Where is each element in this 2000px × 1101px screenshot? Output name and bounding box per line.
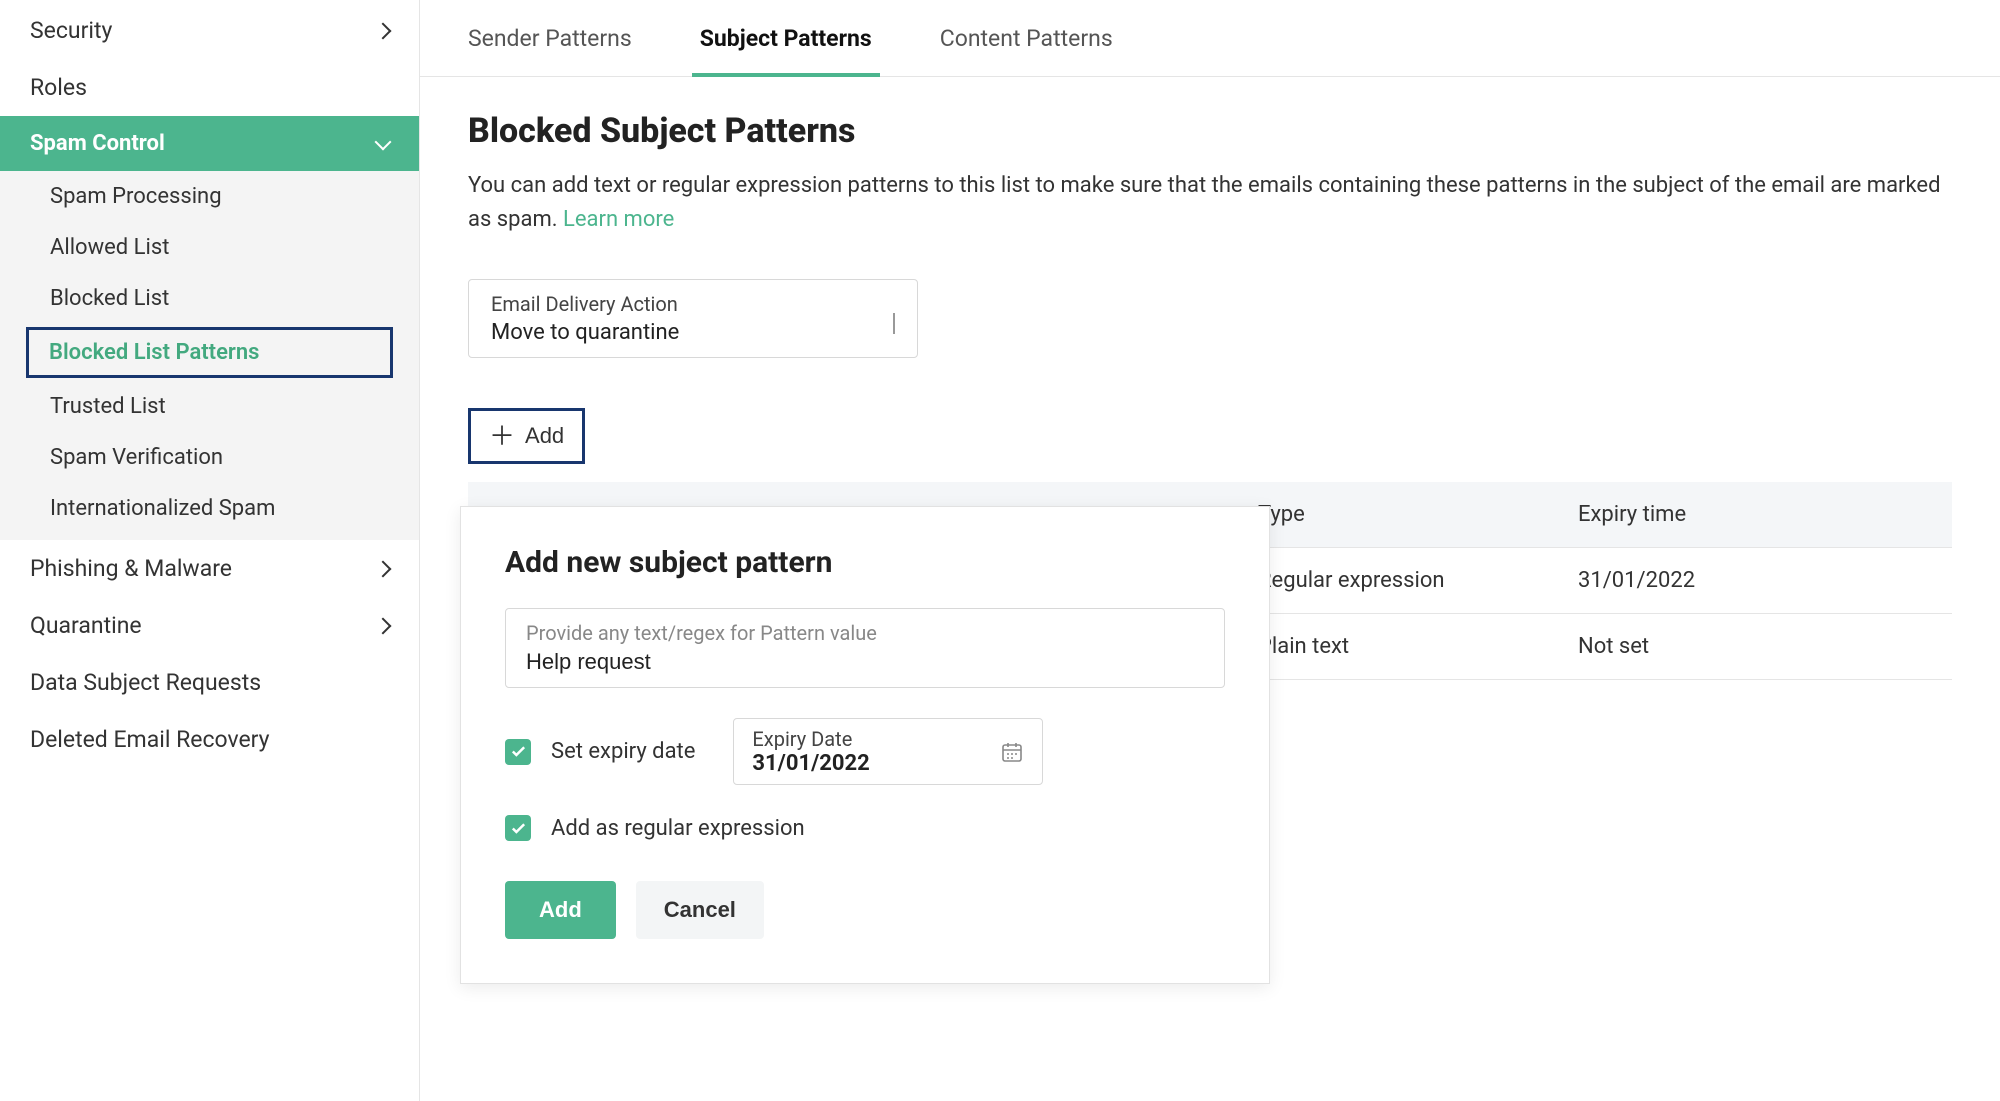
pattern-input-label: Provide any text/regex for Pattern value xyxy=(526,621,1204,645)
page-description: You can add text or regular expression p… xyxy=(468,169,1952,237)
check-icon xyxy=(510,743,527,760)
check-icon xyxy=(510,820,527,837)
email-delivery-action-select[interactable]: Email Delivery Action Move to quarantine xyxy=(468,279,918,358)
select-label: Email Delivery Action xyxy=(491,292,895,316)
sidebar-item-label: Security xyxy=(30,17,377,44)
table-header-type: Type xyxy=(1258,502,1578,527)
sidebar-item-roles[interactable]: Roles xyxy=(0,59,419,116)
sidebar-item-deleted-email-recovery[interactable]: Deleted Email Recovery xyxy=(0,711,419,768)
tabs: Sender Patterns Subject Patterns Content… xyxy=(420,0,2000,77)
sidebar-item-phishing-malware[interactable]: Phishing & Malware xyxy=(0,540,419,597)
chevron-right-icon xyxy=(375,560,392,577)
select-value: Move to quarantine xyxy=(491,320,895,345)
cell-type: Regular expression xyxy=(1258,568,1578,593)
add-button-label: Add xyxy=(525,423,564,449)
expiry-date-value: 31/01/2022 xyxy=(752,751,869,776)
expiry-date-input[interactable]: Expiry Date 31/01/2022 xyxy=(733,718,1043,785)
sidebar-item-label: Deleted Email Recovery xyxy=(30,726,389,753)
tab-content-patterns[interactable]: Content Patterns xyxy=(940,0,1113,76)
sidebar-subsection: Spam Processing Allowed List Blocked Lis… xyxy=(0,171,419,540)
learn-more-link[interactable]: Learn more xyxy=(563,207,674,232)
sidebar-item-internationalized-spam[interactable]: Internationalized Spam xyxy=(0,483,419,534)
tab-sender-patterns[interactable]: Sender Patterns xyxy=(468,0,632,76)
chevron-right-icon xyxy=(375,617,392,634)
sidebar-item-label: Data Subject Requests xyxy=(30,669,389,696)
popover-title: Add new subject pattern xyxy=(505,545,1225,580)
cell-expiry: Not set xyxy=(1578,634,1912,659)
set-expiry-label: Set expiry date xyxy=(551,739,695,764)
sidebar-item-label: Quarantine xyxy=(30,612,377,639)
sidebar-section-label: Spam Control xyxy=(30,131,165,156)
add-regex-checkbox[interactable] xyxy=(505,815,531,841)
expiry-date-label: Expiry Date xyxy=(752,727,869,751)
sidebar-item-data-subject-requests[interactable]: Data Subject Requests xyxy=(0,654,419,711)
chevron-right-icon xyxy=(375,22,392,39)
sidebar-item-spam-verification[interactable]: Spam Verification xyxy=(0,432,419,483)
cell-type: Plain text xyxy=(1258,634,1578,659)
plus-icon: ＋ xyxy=(489,423,515,449)
sidebar-item-trusted-list[interactable]: Trusted List xyxy=(0,381,419,432)
pattern-input[interactable] xyxy=(526,649,1204,675)
sidebar-item-security[interactable]: Security xyxy=(0,2,419,59)
sidebar-item-label: Roles xyxy=(30,74,389,101)
tab-subject-patterns[interactable]: Subject Patterns xyxy=(700,0,872,76)
set-expiry-checkbox[interactable] xyxy=(505,739,531,765)
calendar-icon xyxy=(1000,740,1024,764)
sidebar-item-allowed-list[interactable]: Allowed List xyxy=(0,222,419,273)
page-title: Blocked Subject Patterns xyxy=(468,111,1952,151)
chevron-down-icon xyxy=(893,313,895,332)
sidebar-item-spam-processing[interactable]: Spam Processing xyxy=(0,171,419,222)
popover-add-button[interactable]: Add xyxy=(505,881,616,939)
cell-expiry: 31/01/2022 xyxy=(1578,568,1912,593)
table-header-expiry: Expiry time xyxy=(1578,502,1912,527)
sidebar: Security Roles Spam Control Spam Process… xyxy=(0,0,420,1101)
sidebar-item-quarantine[interactable]: Quarantine xyxy=(0,597,419,654)
sidebar-section-spam-control[interactable]: Spam Control xyxy=(0,116,419,171)
sidebar-item-label: Phishing & Malware xyxy=(30,555,377,582)
chevron-down-icon xyxy=(375,133,392,150)
sidebar-item-blocked-list[interactable]: Blocked List xyxy=(0,273,419,324)
add-button[interactable]: ＋ Add xyxy=(468,408,585,464)
pattern-input-container[interactable]: Provide any text/regex for Pattern value xyxy=(505,608,1225,688)
sidebar-item-blocked-list-patterns[interactable]: Blocked List Patterns xyxy=(26,327,393,378)
popover-cancel-button[interactable]: Cancel xyxy=(636,881,764,939)
add-regex-label: Add as regular expression xyxy=(551,816,805,841)
add-pattern-popover: Add new subject pattern Provide any text… xyxy=(460,506,1270,984)
